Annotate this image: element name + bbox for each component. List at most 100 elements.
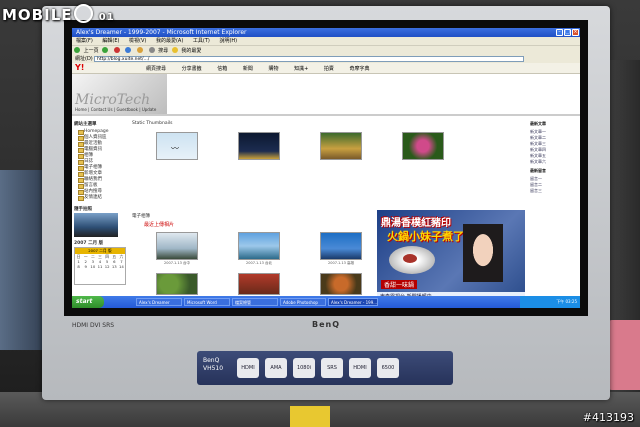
browser-title: Alex's Dreamer - 1999-2007 - Microsoft I… bbox=[76, 29, 247, 36]
nav-item-label: 新增文章 bbox=[84, 171, 102, 176]
feature-badge: HDMI bbox=[349, 358, 371, 378]
thumbnail-caption: 2007.1.13 高雄 bbox=[328, 261, 354, 265]
minimize-icon[interactable]: – bbox=[556, 29, 563, 36]
feature-badge: AMA bbox=[265, 358, 287, 378]
calendar-day[interactable]: 12 bbox=[104, 264, 111, 269]
red-bean-image bbox=[403, 254, 417, 263]
nav-item-label: 友情連結 bbox=[84, 195, 102, 200]
feature-badge: HDMI bbox=[237, 358, 259, 378]
calendar-day[interactable]: 14 bbox=[118, 264, 125, 269]
left-nav-heading: 網站主選單 bbox=[74, 122, 97, 127]
photo-thumbnail-bird[interactable]: 〰 bbox=[156, 132, 198, 160]
photo-thumbnail-food[interactable] bbox=[320, 273, 362, 295]
taskbar-item[interactable]: Microsoft Word bbox=[184, 298, 230, 306]
bezel-features-label: HDMI DVI SRS bbox=[72, 322, 115, 329]
yahoo-logo-icon[interactable]: Y! bbox=[75, 63, 84, 72]
photo-thumbnail-night-city[interactable] bbox=[238, 132, 280, 160]
watermark-brand-number: 01 bbox=[98, 12, 115, 23]
yahoo-item-auction[interactable]: 拍賣 bbox=[324, 66, 334, 72]
photo-thumbnail-coast[interactable] bbox=[238, 232, 280, 260]
yahoo-item-web-search[interactable]: 網頁搜尋 bbox=[146, 66, 166, 72]
tv-advertisement-overlay: 鼎湯香樸紅豬印 火鍋小妹子煮了 香甜一味鍋 東森電視台 新聞播報中 bbox=[377, 210, 525, 302]
calendar: 2007 二月 版 日一二三四五六 1 2 3 4 5 6 7 8 9 10 11 12 13 14 bbox=[74, 247, 126, 285]
maximize-icon[interactable]: □ bbox=[564, 29, 571, 36]
close-icon[interactable]: × bbox=[572, 29, 579, 36]
yahoo-item-bookmarks[interactable]: 分享書籤 bbox=[182, 66, 202, 72]
photo-thumbnail-melons[interactable] bbox=[156, 273, 198, 295]
home-icon[interactable] bbox=[136, 47, 143, 53]
back-arrow-icon[interactable] bbox=[74, 47, 80, 53]
monitor-feature-badges: BenQ VH510 HDMI AMA 1080i SRS HDMI 6500 bbox=[197, 351, 453, 385]
browser-titlebar: Alex's Dreamer - 1999-2007 - Microsoft I… bbox=[72, 28, 580, 37]
yahoo-item-dictionary[interactable]: 奇摩字典 bbox=[350, 66, 370, 72]
monitor-brand-logo: BenQ bbox=[312, 320, 341, 329]
address-bar: 網址(D) http://blog.xuite.net/.../ bbox=[72, 55, 580, 63]
nav-item-label: 電子相簿 bbox=[84, 165, 102, 170]
taskbar-item-active[interactable]: Alex's Dreamer - 199... bbox=[328, 298, 378, 306]
right-sidebar-link[interactable]: 留言三 bbox=[530, 188, 580, 194]
taskbar-item[interactable]: Adobe Photoshop bbox=[280, 298, 326, 306]
forward-arrow-icon[interactable] bbox=[102, 47, 109, 53]
monitor: Alex's Dreamer - 1999-2007 - Microsoft I… bbox=[42, 6, 610, 400]
nav-item-label: 個人資訊區 bbox=[84, 135, 107, 140]
nav-item-label: 相簿 bbox=[84, 153, 93, 158]
ad-headline-2: 火鍋小妹子煮了 bbox=[387, 230, 464, 243]
photo-thumbnail-market[interactable] bbox=[320, 132, 362, 160]
site-watermark-logo: MOBILE 01 bbox=[2, 4, 115, 24]
ad-headline-1: 鼎湯香樸紅豬印 bbox=[381, 218, 451, 229]
calendar-day[interactable]: 13 bbox=[111, 264, 118, 269]
menu-view[interactable]: 檢視(V) bbox=[129, 38, 146, 44]
album-subtitle: 電子相簿 bbox=[132, 214, 150, 219]
search-icon[interactable] bbox=[148, 47, 155, 53]
pink-object bbox=[606, 320, 640, 390]
taskbar-item[interactable]: Alex's Dreamer bbox=[136, 298, 182, 306]
windows-taskbar: start Alex's Dreamer Microsoft Word 檔案總管… bbox=[72, 296, 580, 308]
calendar-day[interactable]: 8 bbox=[75, 264, 82, 269]
bezel-label-row: HDMI DVI SRS BenQ bbox=[72, 318, 580, 332]
nav-item-label: 站內搜尋 bbox=[84, 189, 102, 194]
photo-thumbnail-flower[interactable] bbox=[402, 132, 444, 160]
watermark-brand-prefix: MOBILE bbox=[2, 6, 73, 24]
nav-item-label: 電腦資訊 bbox=[84, 147, 102, 152]
refresh-icon[interactable] bbox=[125, 47, 132, 53]
menu-edit[interactable]: 編輯(E) bbox=[102, 38, 119, 44]
start-button[interactable]: start bbox=[72, 296, 104, 308]
photo-id-watermark: #413193 bbox=[582, 411, 634, 424]
right-sidebar-heading-2: 最新留言 bbox=[530, 168, 546, 173]
gallery-title: Static Thumbnails bbox=[132, 121, 173, 126]
thumbnail-caption: 2007.1.13 台北 bbox=[246, 261, 272, 265]
search-button[interactable]: 搜尋 bbox=[158, 48, 168, 54]
yahoo-item-mail[interactable]: 信箱 bbox=[217, 66, 227, 72]
recent-photos-title: 最近上傳相片 bbox=[144, 222, 175, 228]
banner-nav-links[interactable]: Home | Contact Us | Guestbook | Update bbox=[75, 107, 156, 112]
watermark-disc-icon bbox=[73, 4, 93, 23]
nav-item-label: 留言板 bbox=[84, 183, 98, 188]
yahoo-item-shopping[interactable]: 購物 bbox=[268, 66, 278, 72]
favorites-button[interactable]: 我的最愛 bbox=[181, 48, 201, 54]
photo-thumbnail-temple[interactable] bbox=[238, 273, 280, 295]
nav-item[interactable]: 友情連結 bbox=[78, 195, 130, 201]
yellow-desk-item bbox=[290, 406, 330, 427]
right-sidebar-link[interactable]: 新文章六 bbox=[530, 159, 580, 165]
yahoo-item-news[interactable]: 新聞 bbox=[243, 66, 253, 72]
menu-help[interactable]: 說明(H) bbox=[219, 38, 237, 44]
side-photo[interactable] bbox=[74, 213, 118, 237]
calendar-day[interactable]: 10 bbox=[89, 264, 96, 269]
thumbnail-caption: 2007.1.13 台中 bbox=[164, 261, 190, 265]
presenter-portrait bbox=[463, 224, 503, 282]
stop-icon[interactable] bbox=[113, 47, 120, 53]
calendar-day[interactable]: 9 bbox=[82, 264, 89, 269]
address-input[interactable]: http://blog.xuite.net/.../ bbox=[94, 56, 524, 62]
taskbar-item[interactable]: 檔案總管 bbox=[232, 298, 278, 306]
menu-tools[interactable]: 工具(T) bbox=[193, 38, 210, 44]
calendar-day[interactable]: 11 bbox=[96, 264, 103, 269]
menu-file[interactable]: 檔案(F) bbox=[76, 38, 93, 44]
back-button[interactable]: 上一頁 bbox=[84, 48, 99, 54]
menu-favorites[interactable]: 我的最愛(A) bbox=[156, 38, 183, 44]
photo-thumbnail-bridge[interactable] bbox=[156, 232, 198, 260]
feature-badge: SRS bbox=[321, 358, 343, 378]
photo-thumbnail-monument[interactable] bbox=[320, 232, 362, 260]
site-banner: MicroTech Home | Contact Us | Guestbook … bbox=[72, 74, 167, 114]
favorites-star-icon[interactable] bbox=[171, 47, 178, 53]
yahoo-item-knowledge[interactable]: 知識+ bbox=[294, 66, 308, 72]
